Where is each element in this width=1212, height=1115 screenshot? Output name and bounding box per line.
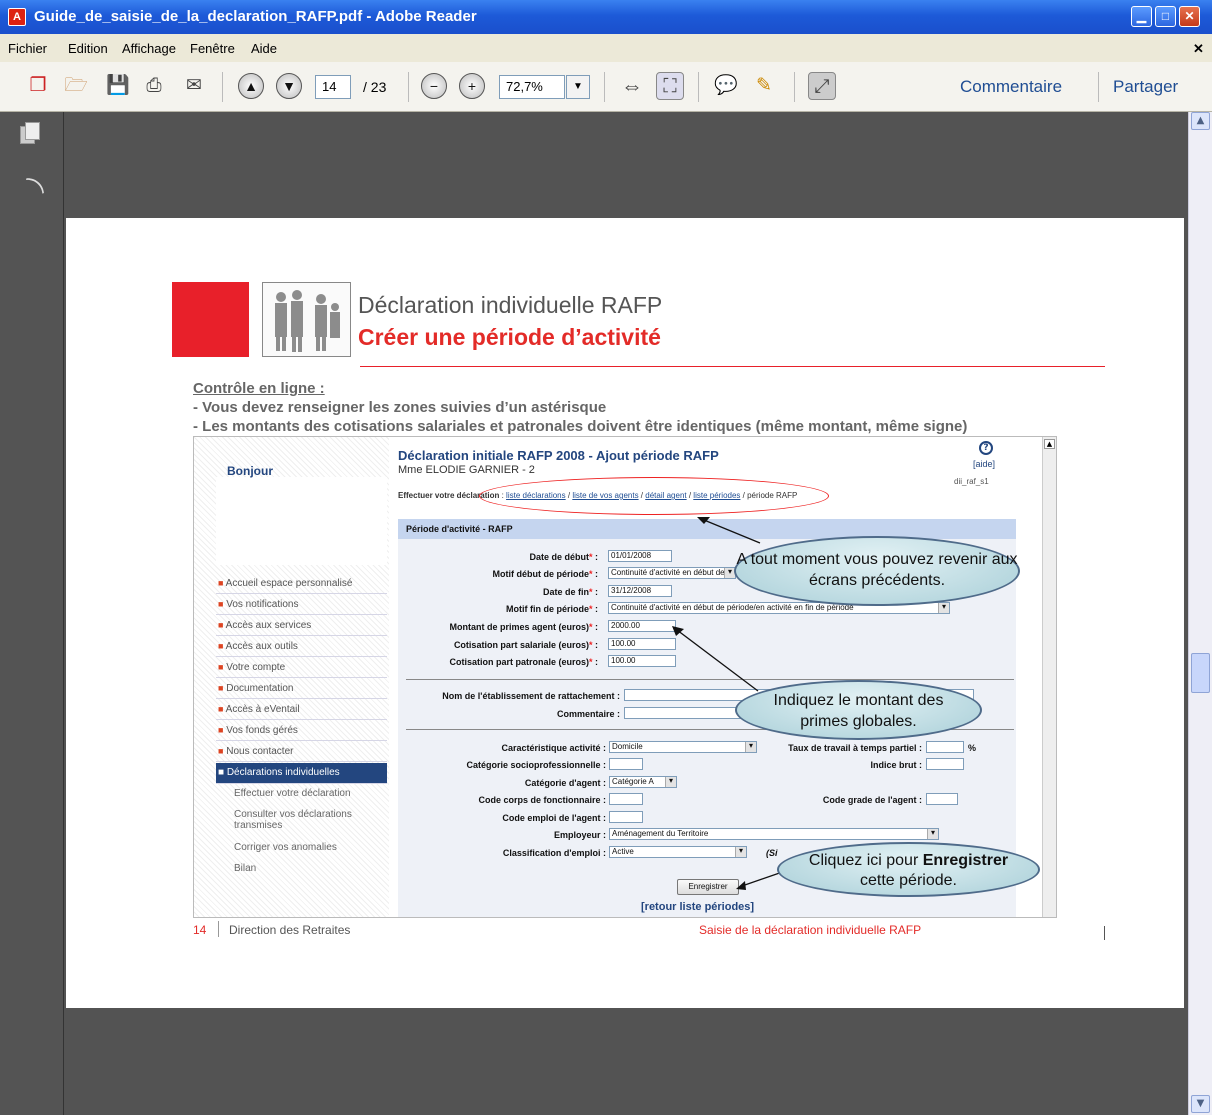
- callout-arrow-1: [703, 519, 761, 544]
- footer-right: Saisie de la déclaration individuelle RA…: [699, 923, 922, 937]
- callout-enregistrer: Cliquez ici pour Enregistrer cette périod…: [777, 842, 1040, 897]
- footer-page-number: 14: [193, 923, 207, 937]
- footer-divider: [218, 921, 219, 937]
- callout-navigation: A tout moment vous pouvez revenir aux éc…: [734, 536, 1020, 606]
- footer-left: Direction des Retraites: [229, 923, 351, 937]
- callout-montant: Indiquez le montant des primes globales.: [735, 680, 982, 740]
- footer-right-bar: [1104, 926, 1105, 940]
- callout-arrows: [672, 517, 795, 890]
- callout-arrow-2: [676, 629, 759, 692]
